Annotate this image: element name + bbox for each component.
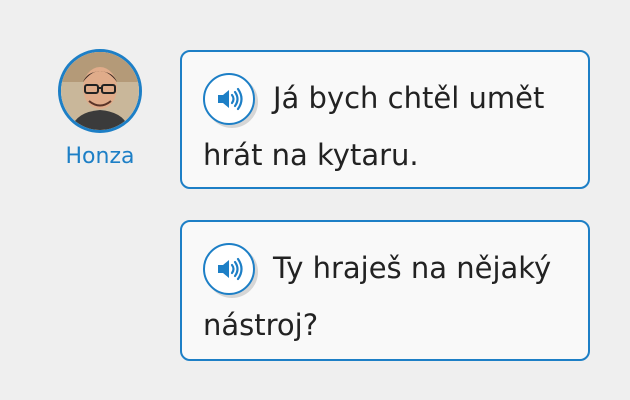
speaker-volume-icon bbox=[218, 257, 243, 281]
speaker-name: Honza bbox=[65, 144, 135, 169]
speaker-block: Honza bbox=[55, 49, 145, 171]
speaker-volume-icon bbox=[218, 87, 243, 111]
speaker-avatar bbox=[58, 49, 142, 133]
play-audio-button[interactable] bbox=[203, 243, 255, 295]
message-bubble: Já bych chtěl umět hrát na kytaru. bbox=[180, 50, 590, 189]
message-bubble: Ty hraješ na nějaký nástroj? bbox=[180, 220, 590, 361]
play-audio-button[interactable] bbox=[203, 73, 255, 125]
person-avatar-icon bbox=[61, 52, 139, 130]
message-text: Ty hraješ na nějaký nástroj? bbox=[203, 251, 552, 342]
